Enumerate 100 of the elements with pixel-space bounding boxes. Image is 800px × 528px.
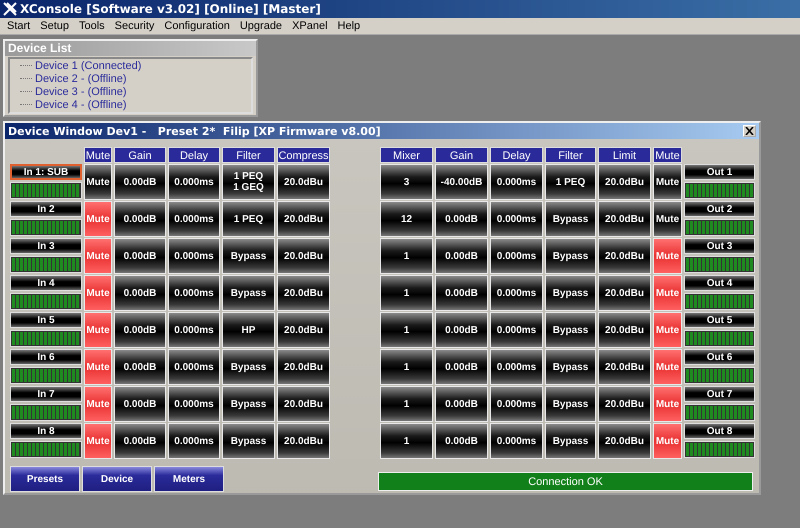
parameter-button[interactable]: 1 bbox=[380, 386, 433, 422]
menu-item[interactable]: Upgrade bbox=[234, 20, 288, 32]
parameter-button[interactable]: 20.0dBu bbox=[598, 164, 651, 200]
parameter-button[interactable]: 0.00dB bbox=[435, 201, 488, 237]
menu-item[interactable]: Tools bbox=[74, 20, 110, 32]
parameter-button[interactable]: 0.00dB bbox=[435, 312, 488, 348]
channel-button[interactable]: Out 2 bbox=[684, 201, 755, 217]
channel-button[interactable]: Out 1 bbox=[684, 164, 755, 180]
mute-button[interactable]: Mute bbox=[653, 164, 682, 200]
parameter-button[interactable]: 0.000ms bbox=[490, 238, 543, 274]
parameter-button[interactable]: 0.00dB bbox=[114, 312, 166, 348]
parameter-button[interactable]: 1 bbox=[380, 423, 433, 459]
mute-button[interactable]: Mute bbox=[84, 275, 112, 311]
tab-button[interactable]: Presets bbox=[10, 466, 80, 492]
parameter-button[interactable]: 0.00dB bbox=[114, 164, 166, 200]
parameter-button[interactable]: 0.00dB bbox=[435, 423, 488, 459]
mute-button[interactable]: Mute bbox=[84, 201, 112, 237]
parameter-button[interactable]: 0.000ms bbox=[168, 238, 220, 274]
menu-item[interactable]: Configuration bbox=[159, 20, 235, 32]
device-item[interactable]: Device 2 - (Offline) bbox=[35, 72, 126, 84]
parameter-button[interactable]: 0.000ms bbox=[490, 349, 543, 385]
parameter-button[interactable]: 20.0dBu bbox=[277, 423, 330, 459]
parameter-button[interactable]: 20.0dBu bbox=[277, 164, 330, 200]
channel-button[interactable]: In 3 bbox=[10, 238, 82, 254]
parameter-button[interactable]: 3 bbox=[380, 164, 433, 200]
parameter-button[interactable]: 0.000ms bbox=[490, 312, 543, 348]
mute-button[interactable]: Mute bbox=[653, 423, 682, 459]
tab-button[interactable]: Device bbox=[82, 466, 152, 492]
channel-button[interactable]: In 7 bbox=[10, 386, 82, 402]
parameter-button[interactable]: Bypass bbox=[222, 349, 275, 385]
parameter-button[interactable]: 20.0dBu bbox=[277, 275, 330, 311]
menu-item[interactable]: XPanel bbox=[287, 20, 333, 32]
parameter-button[interactable]: 20.0dBu bbox=[598, 423, 651, 459]
parameter-button[interactable]: 1 bbox=[380, 238, 433, 274]
mute-button[interactable]: Mute bbox=[84, 423, 112, 459]
parameter-button[interactable]: 0.000ms bbox=[168, 164, 220, 200]
channel-button[interactable]: Out 3 bbox=[684, 238, 755, 254]
parameter-button[interactable]: Bypass bbox=[545, 275, 596, 311]
parameter-button[interactable]: -40.00dB bbox=[435, 164, 488, 200]
channel-button[interactable]: In 5 bbox=[10, 312, 82, 328]
parameter-button[interactable]: 20.0dBu bbox=[598, 386, 651, 422]
parameter-button[interactable]: 12 bbox=[380, 201, 433, 237]
parameter-button[interactable]: 0.00dB bbox=[435, 349, 488, 385]
mute-button[interactable]: Mute bbox=[84, 349, 112, 385]
parameter-button[interactable]: 0.00dB bbox=[114, 238, 166, 274]
menu-item[interactable]: Help bbox=[332, 20, 366, 32]
parameter-button[interactable]: 0.000ms bbox=[490, 164, 543, 200]
parameter-button[interactable]: 1 PEQ 1 GEQ bbox=[222, 164, 275, 200]
device-item[interactable]: Device 4 - (Offline) bbox=[35, 98, 126, 110]
parameter-button[interactable]: 20.0dBu bbox=[277, 386, 330, 422]
channel-button[interactable]: Out 8 bbox=[684, 423, 755, 439]
parameter-button[interactable]: Bypass bbox=[222, 386, 275, 422]
mute-button[interactable]: Mute bbox=[653, 275, 682, 311]
mute-button[interactable]: Mute bbox=[653, 238, 682, 274]
parameter-button[interactable]: Bypass bbox=[222, 423, 275, 459]
parameter-button[interactable]: 0.00dB bbox=[435, 275, 488, 311]
parameter-button[interactable]: 20.0dBu bbox=[598, 312, 651, 348]
channel-button[interactable]: Out 5 bbox=[684, 312, 755, 328]
parameter-button[interactable]: 0.000ms bbox=[490, 201, 543, 237]
parameter-button[interactable]: Bypass bbox=[545, 349, 596, 385]
menu-item[interactable]: Security bbox=[110, 20, 160, 32]
parameter-button[interactable]: 0.00dB bbox=[114, 201, 166, 237]
parameter-button[interactable]: 0.000ms bbox=[168, 386, 220, 422]
mute-button[interactable]: Mute bbox=[84, 312, 112, 348]
mute-button[interactable]: Mute bbox=[84, 164, 112, 200]
parameter-button[interactable]: 0.00dB bbox=[114, 275, 166, 311]
channel-button[interactable]: Out 7 bbox=[684, 386, 755, 402]
parameter-button[interactable]: 20.0dBu bbox=[598, 238, 651, 274]
parameter-button[interactable]: 1 bbox=[380, 275, 433, 311]
mute-button[interactable]: Mute bbox=[653, 349, 682, 385]
parameter-button[interactable]: 20.0dBu bbox=[598, 201, 651, 237]
parameter-button[interactable]: 0.000ms bbox=[168, 312, 220, 348]
device-item[interactable]: Device 1 (Connected) bbox=[35, 60, 142, 72]
parameter-button[interactable]: HP bbox=[222, 312, 275, 348]
parameter-button[interactable]: 0.00dB bbox=[114, 349, 166, 385]
parameter-button[interactable]: 0.000ms bbox=[490, 275, 543, 311]
parameter-button[interactable]: Bypass bbox=[222, 238, 275, 274]
parameter-button[interactable]: 0.00dB bbox=[435, 238, 488, 274]
mute-button[interactable]: Mute bbox=[84, 386, 112, 422]
channel-button[interactable]: In 1: SUB bbox=[10, 164, 82, 180]
parameter-button[interactable]: 1 bbox=[380, 312, 433, 348]
parameter-button[interactable]: 0.00dB bbox=[435, 386, 488, 422]
parameter-button[interactable]: 20.0dBu bbox=[277, 349, 330, 385]
parameter-button[interactable]: Bypass bbox=[545, 386, 596, 422]
parameter-button[interactable]: Bypass bbox=[545, 312, 596, 348]
parameter-button[interactable]: 0.00dB bbox=[114, 423, 166, 459]
parameter-button[interactable]: 0.00dB bbox=[114, 386, 166, 422]
close-button[interactable] bbox=[743, 125, 756, 137]
parameter-button[interactable]: 1 PEQ bbox=[222, 201, 275, 237]
channel-button[interactable]: Out 4 bbox=[684, 275, 755, 291]
parameter-button[interactable]: Bypass bbox=[222, 275, 275, 311]
parameter-button[interactable]: 0.000ms bbox=[490, 423, 543, 459]
parameter-button[interactable]: Bypass bbox=[545, 201, 596, 237]
device-item[interactable]: Device 3 - (Offline) bbox=[35, 86, 126, 98]
mute-button[interactable]: Mute bbox=[653, 312, 682, 348]
channel-button[interactable]: In 8 bbox=[10, 423, 82, 439]
parameter-button[interactable]: 0.000ms bbox=[168, 201, 220, 237]
mute-button[interactable]: Mute bbox=[653, 386, 682, 422]
channel-button[interactable]: Out 6 bbox=[684, 349, 755, 365]
channel-button[interactable]: In 4 bbox=[10, 275, 82, 291]
